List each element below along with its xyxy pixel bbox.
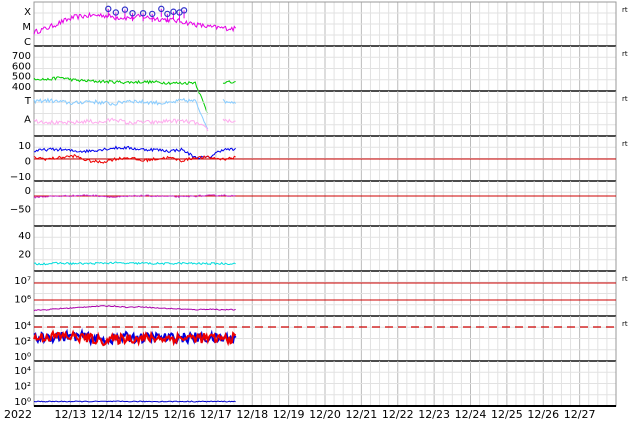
x-axis-year: 2022 [4,408,32,421]
x-tick-label: 12/17 [200,408,232,421]
x-tick-label: 12/18 [236,408,268,421]
y-tick-label: −10 [10,172,31,183]
series-line-speed [33,261,236,266]
y-tick-label: 0 [25,157,31,168]
y-tick-label: −50 [10,205,31,216]
panel-right-label: rt [622,275,628,283]
panel-right-label: rt [622,320,628,328]
y-tick-label: T [24,96,32,107]
y-tick-label: A [24,115,31,126]
panel-right-label: rt [622,95,628,103]
series-line-proton [33,304,236,312]
y-tick-label: 10² [14,382,31,393]
y-tick-label: 10² [14,337,31,348]
series-line-neutron [33,400,236,403]
y-tick-label: 0 [25,186,31,197]
panel-right-label: rt [622,140,628,148]
y-tick-label: 10⁷ [14,276,31,287]
y-tick-label: 10⁰ [14,352,31,363]
x-tick-label: 12/13 [55,408,87,421]
x-tick-label: 12/27 [564,408,596,421]
y-tick-label: 10⁰ [14,397,31,408]
series-line-density [33,76,236,115]
y-tick-label: 10⁶ [14,295,31,306]
y-tick-label: 20 [18,250,31,261]
chart-canvas: XMCrt700600500400rtTArt100−10rt0−5040201… [4,1,628,421]
y-tick-label: 10 [18,141,31,152]
x-tick-label: 12/26 [527,408,559,421]
x-tick-label: 12/21 [346,408,378,421]
panel-right-label: rt [622,6,628,14]
x-tick-label: 12/16 [164,408,196,421]
x-tick-label: 12/24 [455,408,487,421]
y-tick-label: 40 [18,231,31,242]
y-tick-label: X [24,7,31,18]
y-tick-label: C [24,37,31,48]
x-tick-label: 12/19 [273,408,305,421]
x-tick-label: 12/22 [382,408,414,421]
y-tick-label: 10⁴ [14,366,31,377]
x-tick-label: 12/15 [127,408,159,421]
solar-wind-stack-chart: X M Crt 700 600 500 400 rt T Art 10 0 −10 rt 0 −50 40 20 1… [0,0,634,424]
panel-right-label: rt [622,50,628,58]
y-tick-label: 400 [12,82,31,93]
x-tick-label: 12/20 [309,408,341,421]
x-tick-label: 12/23 [418,408,450,421]
x-tick-label: 12/25 [491,408,523,421]
y-tick-label: 10⁴ [14,321,31,332]
x-tick-label: 12/14 [91,408,123,421]
y-tick-label: M [22,22,31,33]
